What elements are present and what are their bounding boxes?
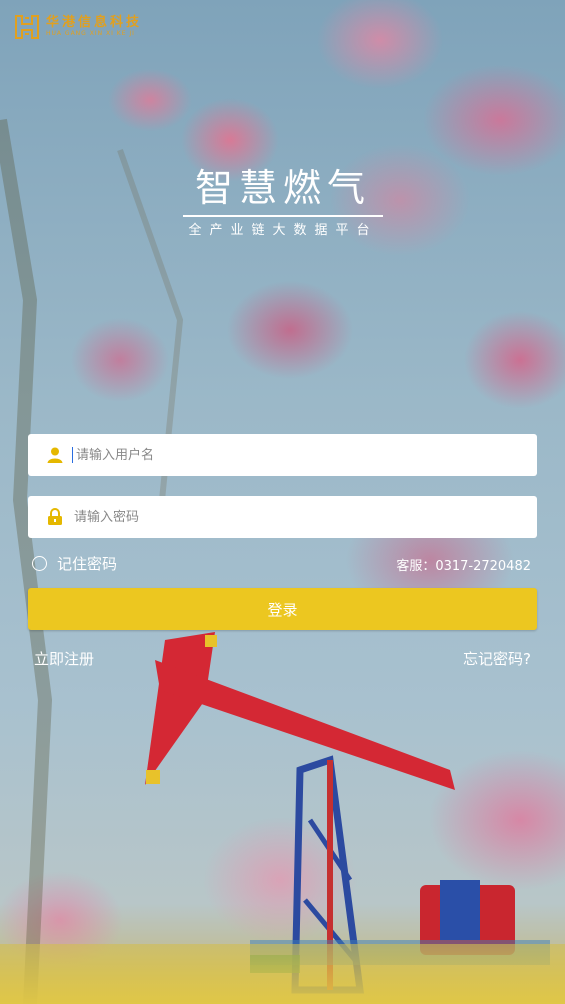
login-button[interactable]: 登录: [28, 588, 537, 630]
customer-service-phone: 客服：0317-2720482: [396, 559, 531, 574]
password-field[interactable]: [28, 496, 537, 538]
forgot-password-link[interactable]: 忘记密码?: [463, 648, 531, 669]
password-input[interactable]: [72, 508, 506, 526]
title-divider: [183, 215, 383, 217]
company-name-cn: 华港信息科技: [46, 15, 143, 30]
remember-password-option[interactable]: 记住密码: [32, 553, 117, 574]
app-title: 智慧燃气: [194, 166, 371, 210]
company-name-en: HUA GANG XIN XI KE JI: [46, 30, 135, 37]
username-input[interactable]: [74, 446, 508, 464]
company-logo-icon: [15, 15, 39, 39]
remember-radio[interactable]: [32, 556, 47, 571]
username-field[interactable]: [28, 434, 537, 476]
user-icon: [46, 446, 64, 464]
register-link[interactable]: 立即注册: [34, 648, 94, 669]
remember-label: 记住密码: [57, 555, 118, 573]
app-subtitle: 全产业链大数据平台: [188, 223, 378, 238]
app-title-block: 智慧燃气 全产业链大数据平台: [183, 165, 383, 239]
company-logo: 华港信息科技 HUA GANG XIN XI KE JI: [14, 14, 142, 40]
text-cursor: [72, 447, 73, 463]
lock-icon: [46, 508, 64, 526]
